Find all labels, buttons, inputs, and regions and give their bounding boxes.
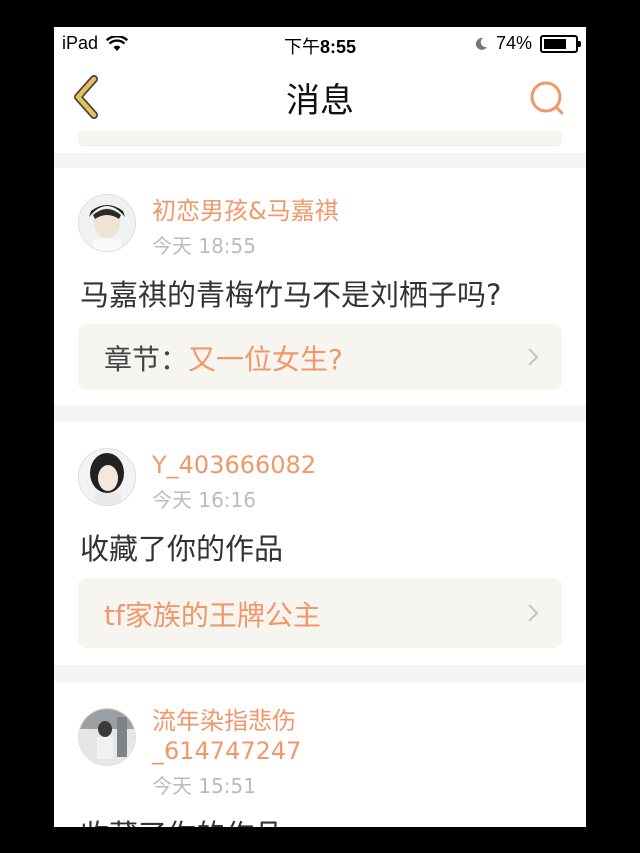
chip-prefix: 章节： [104,343,189,376]
time-value: 8:55 [319,37,357,57]
message-card[interactable]: 初恋男孩&马嘉祺 今天 18:55 马嘉祺的青梅竹马不是刘栖子吗? 章节：又一位… [54,168,586,405]
chapter-link[interactable]: 章节：又一位女生? [78,324,562,390]
message-text: 马嘉祺的青梅竹马不是刘栖子吗? [80,278,502,312]
message-text: 收藏了你的作品 [80,812,283,827]
work-link[interactable]: tf家族的王牌公主 [78,578,562,648]
chevron-right-icon [528,348,539,366]
battery-percent: 74% [495,33,532,53]
avatar[interactable] [78,708,136,766]
message-username[interactable]: 初恋男孩&马嘉祺 [152,196,339,226]
username-line-1: 流年染指悲伤 [152,707,296,735]
avatar[interactable] [78,448,136,506]
time-prefix: 下午 [283,37,320,57]
chevron-right-icon [528,604,539,622]
message-card[interactable]: Y_403666082 今天 16:16 收藏了你的作品 tf家族的王牌公主 [54,422,586,665]
message-time: 今天 15:51 [152,774,256,798]
message-time: 今天 18:55 [152,234,256,258]
search-icon[interactable] [528,79,568,119]
avatar[interactable] [78,194,136,252]
message-time: 今天 16:16 [152,488,256,512]
previous-chip-edge [78,131,562,146]
moon-icon [475,37,487,50]
page-title: 消息 [286,81,354,121]
username-line-2: _614747247 [152,737,302,765]
previous-card-bottom [54,131,586,153]
message-text: 收藏了你的作品 [80,532,284,566]
message-username[interactable]: 流年染指悲伤 _614747247 [152,706,301,766]
battery-fill [544,38,566,49]
nav-bar: 消息 [54,61,586,131]
status-bar: iPad 下午8:55 74% [54,27,586,61]
message-username[interactable]: Y_403666082 [152,450,316,480]
chip-label: 章节：又一位女生? [104,338,343,378]
chip-title: 又一位女生? [188,343,343,376]
message-card[interactable]: 流年染指悲伤 _614747247 今天 15:51 收藏了你的作品 [54,682,586,827]
avatar-image [79,709,135,765]
chip-title: tf家族的王牌公主 [104,599,321,632]
avatar-image [79,449,135,505]
app-screen: iPad 下午8:55 74% 消息 初恋男孩&马嘉祺 今天 18:55 马嘉祺… [54,27,586,827]
avatar-image [79,195,135,251]
battery-icon [540,34,581,53]
